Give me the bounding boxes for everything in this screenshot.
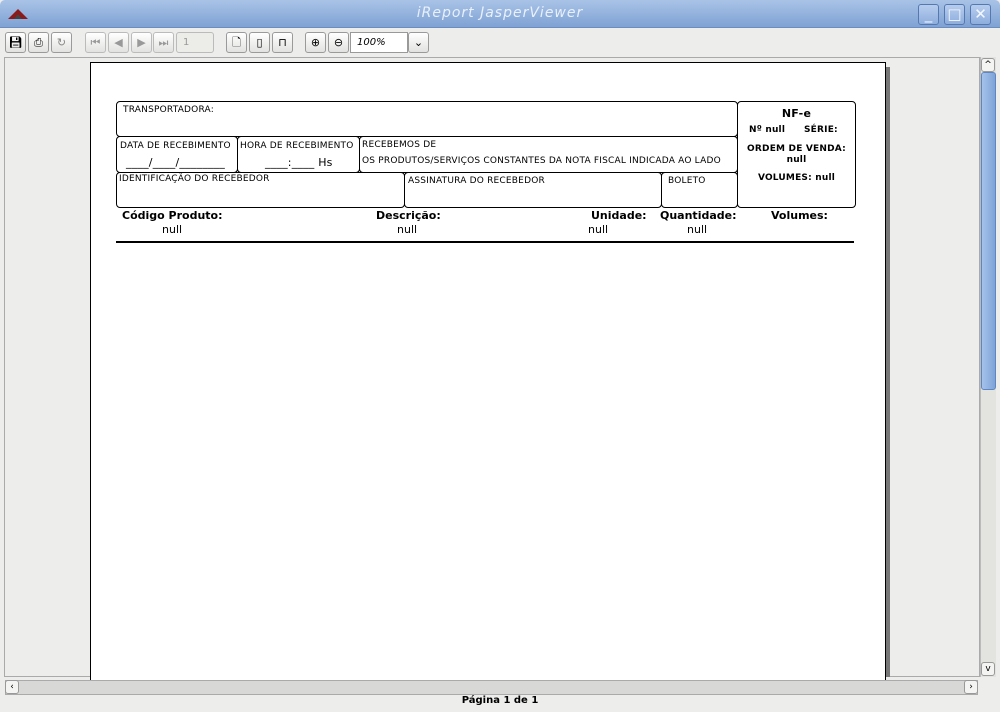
fit-width-icon: ⊓ [278, 36, 287, 49]
zoom-combo-input[interactable]: 100% [350, 32, 408, 53]
nfe-title: NF-e [781, 107, 812, 120]
column-header-unidade: Unidade: [591, 209, 647, 222]
boleto-label: BOLETO [668, 176, 706, 186]
row-divider [116, 241, 854, 243]
page-icon: 🗋︎ [232, 36, 241, 49]
zoom-in-icon: ⊕ [310, 36, 321, 49]
close-button[interactable]: ✕ [970, 4, 991, 25]
transportadora-label: TRANSPORTADORA: [123, 105, 214, 115]
assinatura-label: ASSINATURA DO RECEBEDOR [408, 176, 545, 186]
identificacao-label: IDENTIFICAÇÃO DO RECEBEDOR [119, 174, 270, 184]
fit-page-icon: ▯ [256, 36, 263, 49]
toolbar: 💾︎ ⎙ ↻ ⏮ ◀ ▶ ⏭ 1 🗋︎ ▯ ⊓ ⊕ ⊖ 100% ⌄ [0, 29, 1000, 57]
column-header-descricao: Descrição: [376, 209, 441, 222]
hora-recebimento-label: HORA DE RECEBIMENTO [240, 141, 354, 151]
zoom-out-button[interactable]: ⊖ [328, 32, 349, 53]
nfe-ordem-value: null [786, 155, 807, 165]
reload-button[interactable]: ↻ [51, 32, 72, 53]
last-page-button[interactable]: ⏭ [153, 32, 174, 53]
row-descricao: null [397, 223, 418, 236]
window-title: iReport JasperViewer [416, 5, 584, 21]
save-button[interactable]: 💾︎ [5, 32, 26, 53]
maximize-button[interactable]: □ [944, 4, 965, 25]
page-status: Página 1 de 1 [461, 695, 539, 706]
column-header-volumes: Volumes: [771, 209, 828, 222]
reload-icon: ↻ [56, 36, 67, 49]
nfe-numero: Nº null [749, 125, 786, 135]
next-page-button[interactable]: ▶ [131, 32, 152, 53]
recebemos-label: RECEBEMOS DE [362, 140, 437, 150]
zoom-out-icon: ⊖ [333, 36, 344, 49]
scroll-up-button[interactable]: ^ [981, 58, 995, 72]
nfe-serie: SÉRIE: [804, 125, 838, 135]
nfe-ordem-label: ORDEM DE VENDA: [747, 144, 846, 154]
data-recebimento-label: DATA DE RECEBIMENTO [120, 141, 231, 151]
print-icon: ⎙ [34, 36, 43, 49]
column-header-codigo: Código Produto: [122, 209, 223, 222]
column-header-quantidade: Quantidade: [660, 209, 737, 222]
row-unidade: null [588, 223, 609, 236]
recebemos-text: OS PRODUTOS/SERVIÇOS CONSTANTES DA NOTA … [362, 156, 721, 166]
fit-width-button[interactable]: ⊓ [272, 32, 293, 53]
zoom-in-button[interactable]: ⊕ [305, 32, 326, 53]
nfe-volumes: VOLUMES: null [757, 173, 836, 183]
scroll-left-button[interactable]: ‹ [5, 680, 19, 694]
scroll-down-button[interactable]: v [981, 662, 995, 676]
horizontal-scrollbar[interactable] [5, 680, 978, 695]
page-number-input[interactable]: 1 [176, 32, 214, 53]
zoom-dropdown-button[interactable]: ⌄ [408, 32, 429, 53]
scroll-right-button[interactable]: › [964, 680, 978, 694]
save-icon: 💾︎ [8, 36, 23, 49]
hora-recebimento-blank: ____:____ Hs [265, 156, 333, 169]
prev-page-button[interactable]: ◀ [108, 32, 129, 53]
fit-page-button[interactable]: ▯ [249, 32, 270, 53]
data-recebimento-blank: ____/____/________ [126, 156, 226, 169]
title-bar: iReport JasperViewer _ □ ✕ [0, 0, 1000, 28]
row-codigo: null [162, 223, 183, 236]
actual-size-button[interactable]: 🗋︎ [226, 32, 247, 53]
vertical-scroll-thumb[interactable] [981, 72, 996, 390]
page-shadow [886, 67, 890, 677]
print-button[interactable]: ⎙ [28, 32, 49, 53]
minimize-button[interactable]: _ [918, 4, 939, 25]
row-quantidade: null [687, 223, 708, 236]
first-page-button[interactable]: ⏮ [85, 32, 106, 53]
